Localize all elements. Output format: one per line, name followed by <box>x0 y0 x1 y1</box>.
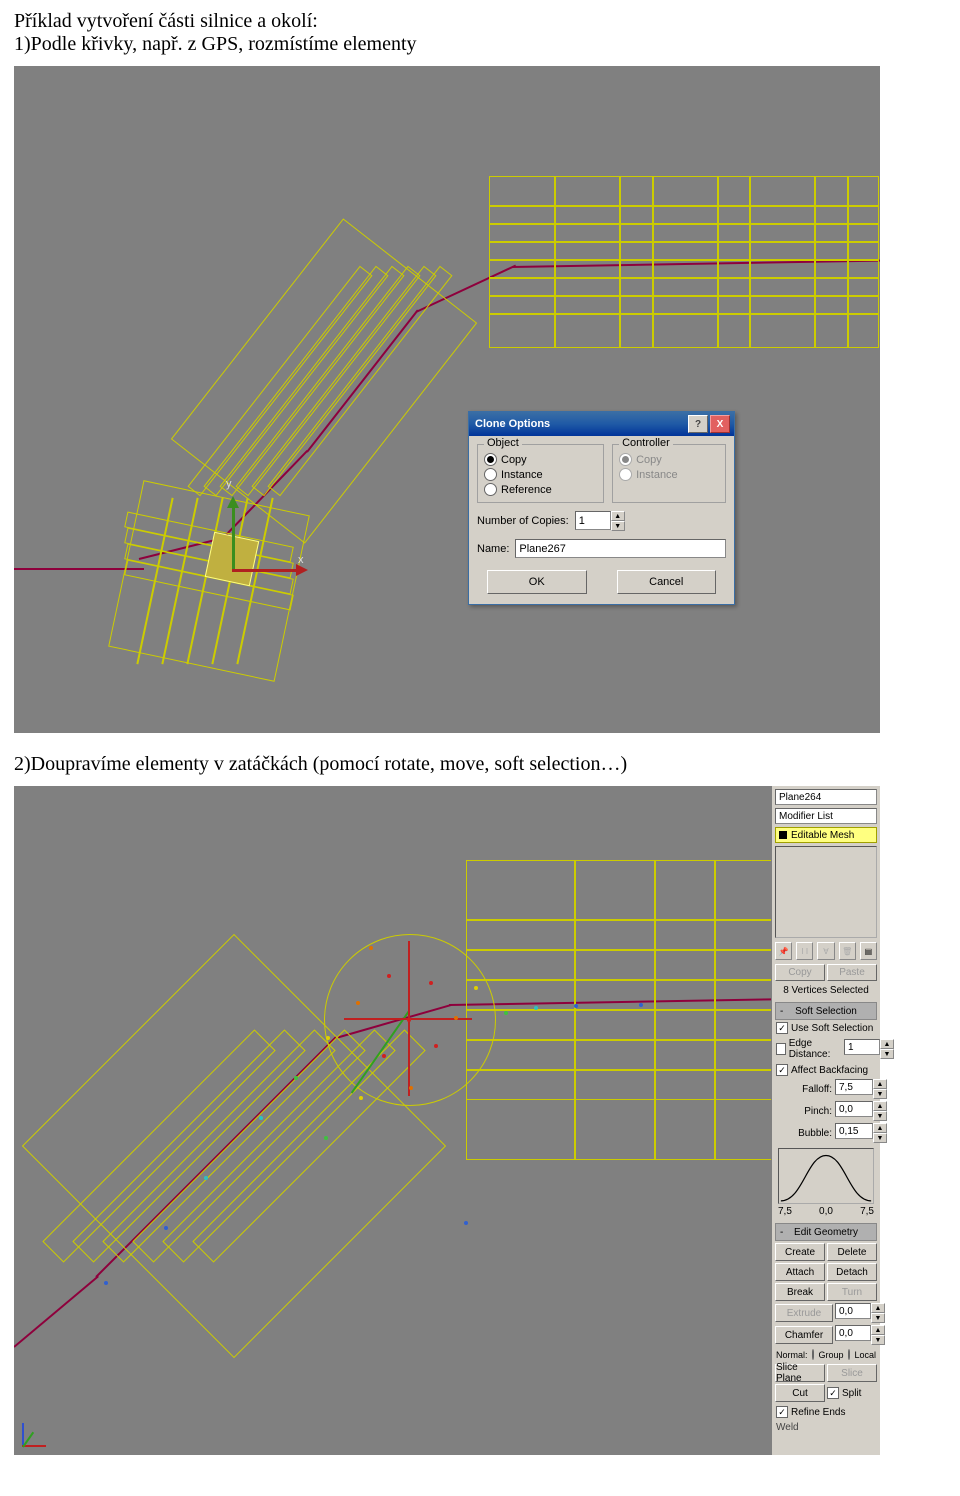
numcopies-input[interactable]: 1 <box>575 511 611 530</box>
group-label-controller: Controller <box>619 437 673 449</box>
pin-stack-icon[interactable]: 📌 <box>775 942 792 960</box>
extrude-button[interactable]: Extrude <box>775 1304 833 1322</box>
configure-sets-icon[interactable]: ▤ <box>860 942 877 960</box>
dialog-titlebar: Clone Options ? X <box>469 412 734 436</box>
falloff-label: Falloff: <box>775 1084 832 1095</box>
copy-button[interactable]: Copy <box>775 964 825 981</box>
dialog-title: Clone Options <box>475 418 550 430</box>
falloff-curve <box>778 1148 874 1204</box>
name-label: Name: <box>477 543 509 555</box>
cancel-button[interactable]: Cancel <box>617 570 717 594</box>
bubble-label: Bubble: <box>775 1128 832 1139</box>
create-button[interactable]: Create <box>775 1243 825 1261</box>
curve-center: 0,0 <box>819 1206 833 1217</box>
normal-mode-row: Normal: Group Local <box>772 1347 880 1362</box>
group-label-object: Object <box>484 437 522 449</box>
object-name-field[interactable]: Plane264 <box>775 789 877 805</box>
cut-button[interactable]: Cut <box>775 1384 825 1402</box>
use-soft-selection-check[interactable]: Use Soft Selection <box>772 1020 880 1036</box>
selection-info: 8 Vertices Selected <box>772 983 880 998</box>
soft-selection-rollout[interactable]: -Soft Selection <box>775 1002 877 1020</box>
doc-line-3: 2)Doupravíme elementy v zatáčkách (pomoc… <box>14 753 946 776</box>
move-gizmo[interactable]: y x <box>214 492 294 572</box>
delete-button[interactable]: Delete <box>827 1243 877 1261</box>
extrude-input[interactable]: 0,0 <box>835 1303 871 1319</box>
radio-ctrl-instance: Instance <box>619 468 719 481</box>
close-button[interactable]: X <box>710 415 730 433</box>
spinner-down[interactable]: ▼ <box>611 521 625 531</box>
radio-normal-group[interactable] <box>812 1349 815 1360</box>
curve-left: 7,5 <box>778 1206 792 1217</box>
radio-reference[interactable]: Reference <box>484 483 597 496</box>
modifier-stack-item[interactable]: Editable Mesh <box>775 827 877 843</box>
radio-instance[interactable]: Instance <box>484 468 597 481</box>
ok-button[interactable]: OK <box>487 570 587 594</box>
refine-ends-check[interactable]: Refine Ends <box>772 1404 880 1420</box>
show-end-result-icon[interactable]: I I <box>796 942 813 960</box>
doc-line-1: Příklad vytvoření části silnice a okolí: <box>14 10 946 33</box>
viewport-canvas-2[interactable] <box>14 786 772 1455</box>
viewport-axis-tripod <box>22 1417 52 1447</box>
chamfer-input[interactable]: 0,0 <box>835 1325 871 1341</box>
clone-options-dialog: Clone Options ? X Object Copy Instance R… <box>468 411 735 605</box>
turn-button[interactable]: Turn <box>827 1283 877 1301</box>
controller-group: Controller Copy Instance <box>612 444 726 503</box>
command-panel: Plane264 Modifier List Editable Mesh 📌 I… <box>771 786 880 1455</box>
doc-line-2: 1)Podle křivky, např. z GPS, rozmístíme … <box>14 33 946 56</box>
edit-geometry-rollout[interactable]: -Edit Geometry <box>775 1223 877 1241</box>
break-button[interactable]: Break <box>775 1283 825 1301</box>
slice-plane-button[interactable]: Slice Plane <box>775 1364 825 1382</box>
paste-button[interactable]: Paste <box>827 964 877 981</box>
help-button[interactable]: ? <box>688 415 708 433</box>
edge-distance-check[interactable]: Edge Distance: 1▲▼ <box>772 1036 880 1062</box>
falloff-input[interactable]: 7,5 <box>835 1079 873 1095</box>
split-check[interactable]: Split <box>842 1388 861 1399</box>
curve-right: 7,5 <box>860 1206 874 1217</box>
spinner-up[interactable]: ▲ <box>611 511 625 521</box>
slice-button[interactable]: Slice <box>827 1364 877 1382</box>
weld-label: Weld <box>772 1420 880 1433</box>
remove-modifier-icon[interactable]: 🗑 <box>839 942 856 960</box>
edge-distance-input[interactable]: 1 <box>844 1039 880 1055</box>
affect-backfacing-check[interactable]: Affect Backfacing <box>772 1062 880 1078</box>
modifier-list-dropdown[interactable]: Modifier List <box>775 808 877 824</box>
numcopies-label: Number of Copies: <box>477 515 569 527</box>
radio-ctrl-copy: Copy <box>619 453 719 466</box>
screenshot-1: y x Clone Options ? X Object Copy Instan… <box>14 66 880 733</box>
object-group: Object Copy Instance Reference <box>477 444 604 503</box>
chamfer-button[interactable]: Chamfer <box>775 1326 833 1344</box>
detach-button[interactable]: Detach <box>827 1263 877 1281</box>
bubble-input[interactable]: 0,15 <box>835 1123 873 1139</box>
radio-copy[interactable]: Copy <box>484 453 597 466</box>
pinch-input[interactable]: 0,0 <box>835 1101 873 1117</box>
modifier-stack[interactable] <box>775 846 877 938</box>
viewport-canvas[interactable]: y x <box>14 66 880 733</box>
radio-normal-local[interactable] <box>848 1349 851 1360</box>
screenshot-2: Plane264 Modifier List Editable Mesh 📌 I… <box>14 786 880 1455</box>
name-input[interactable]: Plane267 <box>515 539 726 558</box>
make-unique-icon[interactable]: ∀ <box>817 942 834 960</box>
pinch-label: Pinch: <box>775 1106 832 1117</box>
attach-button[interactable]: Attach <box>775 1263 825 1281</box>
